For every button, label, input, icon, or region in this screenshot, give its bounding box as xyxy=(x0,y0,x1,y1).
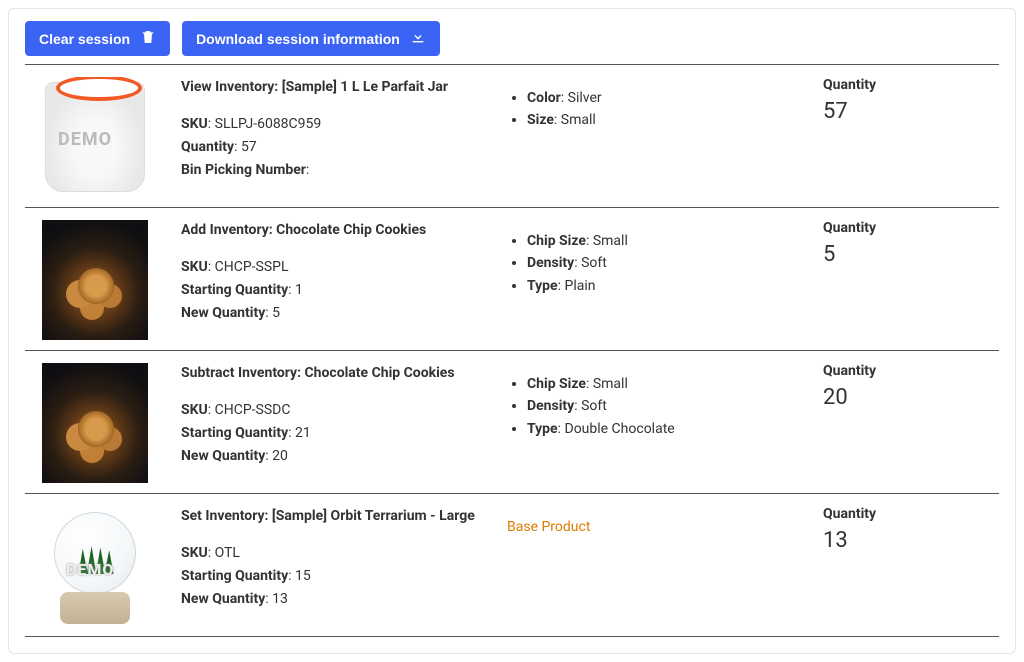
starting-qty-field: Starting Quantity: 1 xyxy=(181,280,491,301)
product-info: Add Inventory: Chocolate Chip Cookies SK… xyxy=(181,220,491,326)
product-thumbnail xyxy=(25,77,165,197)
quantity-value: 57 xyxy=(823,99,999,124)
attribute-item: Size: Small xyxy=(527,109,797,131)
product-thumbnail xyxy=(25,220,165,340)
clear-session-label: Clear session xyxy=(39,31,130,47)
attribute-item: Color: Silver xyxy=(527,87,797,109)
sku-field: SKU: OTL xyxy=(181,543,491,564)
quantity-summary: Quantity 5 xyxy=(813,220,999,267)
row-title: Add Inventory: Chocolate Chip Cookies xyxy=(181,220,491,241)
product-attributes: Base Product xyxy=(507,506,797,538)
download-session-label: Download session information xyxy=(196,31,400,47)
quantity-label: Quantity xyxy=(823,220,999,236)
terrarium-image xyxy=(40,506,150,626)
new-qty-field: New Quantity: 5 xyxy=(181,303,491,324)
attribute-item: Chip Size: Small xyxy=(527,230,797,252)
row-title: View Inventory: [Sample] 1 L Le Parfait … xyxy=(181,77,491,98)
download-session-button[interactable]: Download session information xyxy=(182,21,440,56)
trash-icon xyxy=(140,29,156,48)
quantity-field: Quantity: 57 xyxy=(181,137,491,158)
product-info: View Inventory: [Sample] 1 L Le Parfait … xyxy=(181,77,491,183)
new-qty-field: New Quantity: 20 xyxy=(181,446,491,467)
inventory-row: Subtract Inventory: Chocolate Chip Cooki… xyxy=(25,350,999,493)
quantity-summary: Quantity 20 xyxy=(813,363,999,410)
product-thumbnail xyxy=(25,363,165,483)
inventory-row: Add Inventory: Chocolate Chip Cookies SK… xyxy=(25,207,999,350)
sku-field: SKU: CHCP-SSDC xyxy=(181,400,491,421)
attribute-item: Density: Soft xyxy=(527,252,797,274)
quantity-summary: Quantity 13 xyxy=(813,506,999,553)
base-product-label: Base Product xyxy=(507,519,590,535)
product-attributes: Color: Silver Size: Small xyxy=(507,77,797,132)
row-title: Set Inventory: [Sample] Orbit Terrarium … xyxy=(181,506,491,527)
sku-field: SKU: SLLPJ-6088C959 xyxy=(181,114,491,135)
attribute-item: Type: Plain xyxy=(527,275,797,297)
product-attributes: Chip Size: Small Density: Soft Type: Pla… xyxy=(507,220,797,297)
cookies-image xyxy=(42,363,148,483)
inventory-row: View Inventory: [Sample] 1 L Le Parfait … xyxy=(25,64,999,207)
download-icon xyxy=(410,29,426,48)
attribute-item: Type: Double Chocolate xyxy=(527,418,797,440)
inventory-row: Set Inventory: [Sample] Orbit Terrarium … xyxy=(25,493,999,637)
quantity-summary: Quantity 57 xyxy=(813,77,999,124)
toolbar: Clear session Download session informati… xyxy=(25,21,999,56)
jar-image xyxy=(45,82,145,192)
quantity-value: 20 xyxy=(823,385,999,410)
quantity-label: Quantity xyxy=(823,363,999,379)
quantity-label: Quantity xyxy=(823,506,999,522)
quantity-value: 13 xyxy=(823,528,999,553)
cookies-image xyxy=(42,220,148,340)
inventory-session-panel: Clear session Download session informati… xyxy=(8,8,1016,654)
quantity-value: 5 xyxy=(823,242,999,267)
new-qty-field: New Quantity: 13 xyxy=(181,589,491,610)
product-info: Subtract Inventory: Chocolate Chip Cooki… xyxy=(181,363,491,469)
attribute-item: Chip Size: Small xyxy=(527,373,797,395)
product-attributes: Chip Size: Small Density: Soft Type: Dou… xyxy=(507,363,797,440)
clear-session-button[interactable]: Clear session xyxy=(25,21,170,56)
sku-field: SKU: CHCP-SSPL xyxy=(181,257,491,278)
product-thumbnail xyxy=(25,506,165,626)
bin-field: Bin Picking Number: xyxy=(181,160,491,181)
attribute-item: Density: Soft xyxy=(527,395,797,417)
quantity-label: Quantity xyxy=(823,77,999,93)
row-title: Subtract Inventory: Chocolate Chip Cooki… xyxy=(181,363,491,384)
starting-qty-field: Starting Quantity: 21 xyxy=(181,423,491,444)
starting-qty-field: Starting Quantity: 15 xyxy=(181,566,491,587)
product-info: Set Inventory: [Sample] Orbit Terrarium … xyxy=(181,506,491,612)
